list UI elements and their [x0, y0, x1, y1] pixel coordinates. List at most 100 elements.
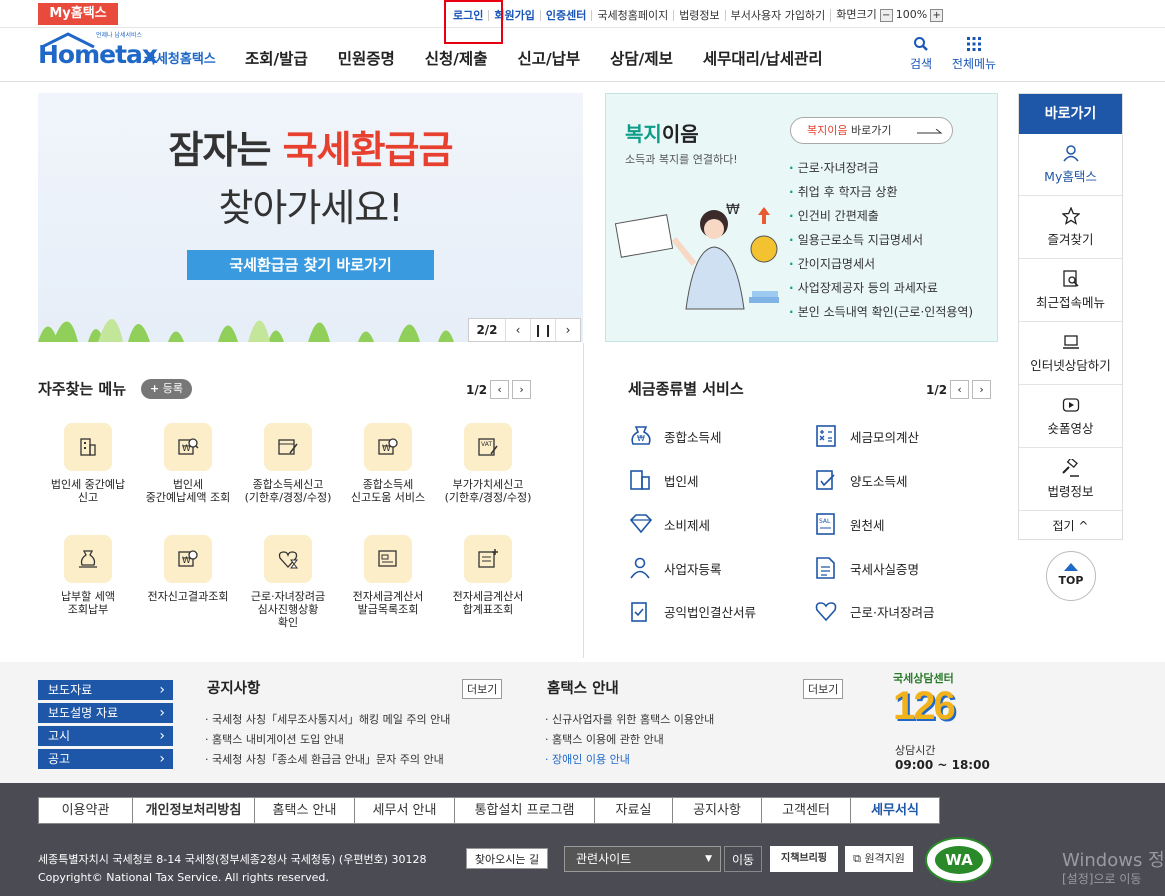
nav-consult-report[interactable]: 상담/제보 — [610, 47, 673, 69]
footer-library[interactable]: 자료실 — [594, 797, 673, 824]
tax-item-cert[interactable]: 국세사실증명 — [814, 557, 919, 579]
diamond-icon — [629, 514, 653, 534]
tax-item-income[interactable]: ₩ 종합소득세 — [628, 425, 722, 447]
fav-corp-interim-return[interactable]: 법인세 중간예납 신고 — [38, 423, 138, 504]
favorites-prev-button[interactable]: ‹ — [490, 380, 510, 399]
notice-item[interactable]: 국세청 사칭「세무조사통지서」해킹 메일 주의 안내 — [205, 710, 450, 730]
notice-item[interactable]: 국세청 사칭「종소세 환급금 안내」문자 주의 안내 — [205, 750, 450, 770]
welfare-item[interactable]: 사업장제공자 등의 과세자료 — [789, 276, 973, 300]
related-sites-select[interactable]: 관련사이트 — [564, 846, 721, 872]
tax-item-simulation[interactable]: 세금모의계산 — [814, 425, 919, 447]
footer-hometax-guide[interactable]: 홈택스 안내 — [254, 797, 355, 824]
fav-tax-payment[interactable]: 납부할 세액 조회납부 — [38, 535, 138, 616]
fav-e-filing-result[interactable]: ₩ 전자신고결과조회 — [138, 535, 238, 603]
invoice-icon — [364, 535, 412, 583]
welfare-item[interactable]: 일용근로소득 지급명세서 — [789, 228, 973, 252]
press-explanation-button[interactable]: 보도설명 자료 — [38, 703, 173, 723]
footer-install-program[interactable]: 통합설치 프로그램 — [454, 797, 595, 824]
guide-item[interactable]: 홈택스 이용에 관한 안내 — [545, 730, 714, 750]
fav-label: 전자세금계산서 합계표조회 — [452, 590, 524, 616]
welfare-item[interactable]: 취업 후 학자금 상환 — [789, 180, 973, 204]
footer-taxoffice-guide[interactable]: 세무서 안내 — [354, 797, 455, 824]
footer-tax-forms[interactable]: 세무서식 — [850, 797, 940, 824]
announcement-button[interactable]: 고시 — [38, 726, 173, 746]
tax-item-business-reg[interactable]: 사업자등록 — [628, 557, 722, 579]
notice-more-button[interactable]: 더보기 — [462, 679, 503, 699]
footer-terms[interactable]: 이용약관 — [38, 797, 133, 824]
tax-next-button[interactable]: › — [972, 380, 992, 399]
tax-item-consumption[interactable]: 소비제세 — [628, 513, 710, 535]
zoom-in-button[interactable]: + — [930, 8, 944, 22]
calendar-pen-icon — [264, 423, 312, 471]
hometax-logo[interactable]: 언제나 납세서비스 Hometax 국세청홈택스 — [38, 32, 220, 76]
guide-item[interactable]: 장애인 이용 안내 — [545, 750, 714, 770]
sidebar-item-recent[interactable]: 최근접속메뉴 — [1019, 260, 1122, 322]
cert-center-link[interactable]: 인증센터 — [539, 9, 591, 21]
fav-label: 법인세 중간예납 신고 — [50, 478, 126, 504]
footer-notice[interactable]: 공지사항 — [672, 797, 762, 824]
scroll-top-button[interactable]: TOP — [1046, 551, 1096, 601]
refund-search-button[interactable]: 국세환급금 찾기 바로가기 — [187, 250, 434, 280]
remote-support-button[interactable]: ⧉ 원격지원 — [845, 846, 913, 872]
search-label: 검색 — [909, 57, 933, 71]
svg-text:₩: ₩ — [637, 434, 645, 443]
guide-item[interactable]: 신규사업자를 위한 홈택스 이용안내 — [545, 710, 714, 730]
banner-next-button[interactable]: › — [555, 319, 580, 341]
guide-more-button[interactable]: 더보기 — [803, 679, 844, 699]
sidebar-item-law[interactable]: 법령정보 — [1019, 449, 1122, 511]
user-icon — [1062, 145, 1079, 162]
my-hometax-badge[interactable]: My홈택스 — [38, 3, 118, 25]
favorites-add-button[interactable]: + 등록 — [141, 379, 192, 399]
tax-item-public-corp[interactable]: 공익법인결산서류 — [628, 600, 756, 622]
footer-customer-center[interactable]: 고객센터 — [761, 797, 851, 824]
banner-pause-button[interactable]: ❙❙ — [530, 319, 555, 341]
fav-incentive-status[interactable]: 근로·자녀장려금 심사진행상황 확인 — [238, 535, 338, 629]
all-menu-button[interactable]: 전체메뉴 — [946, 36, 1002, 72]
law-info-link[interactable]: 법령정보 — [673, 9, 724, 21]
nav-report-pay[interactable]: 신고/납부 — [517, 47, 580, 69]
sidebar-item-my-hometax[interactable]: My홈택스 — [1019, 134, 1122, 196]
tax-item-label: 원천세 — [850, 517, 885, 533]
dept-user-signup-link[interactable]: 부서사용자 가입하기 — [724, 9, 831, 21]
welfare-item[interactable]: 인건비 간편제출 — [789, 204, 973, 228]
sidebar-collapse-button[interactable]: 접기 ^ — [1019, 512, 1122, 540]
press-release-button[interactable]: 보도자료 — [38, 680, 173, 700]
nav-tax-agent[interactable]: 세무대리/납세관리 — [703, 47, 823, 69]
tax-item-withholding[interactable]: SAL 원천세 — [814, 513, 885, 535]
welfare-item[interactable]: 근로·자녀장려금 — [789, 156, 973, 180]
fav-income-tax-return[interactable]: 종합소득세신고 (기한후/경정/수정) — [238, 423, 338, 504]
notice-item[interactable]: 홈택스 내비게이션 도입 안내 — [205, 730, 450, 750]
tax-item-label: 종합소득세 — [664, 429, 722, 445]
fav-income-tax-help[interactable]: ₩ 종합소득세 신고도움 서비스 — [338, 423, 438, 504]
refund-banner[interactable]: 잠자는 국세환급금 찾아가세요! 국세환급금 찾기 바로가기 2/2 ‹ ❙❙ … — [38, 93, 583, 342]
favorites-next-button[interactable]: › — [512, 380, 532, 399]
related-go-button[interactable]: 이동 — [724, 846, 762, 872]
nav-inquiry-issue[interactable]: 조회/발급 — [245, 47, 308, 69]
tax-item-capital-gains[interactable]: 양도소득세 — [814, 469, 908, 491]
footer-privacy[interactable]: 개인정보처리방침 — [132, 797, 255, 824]
tax-item-corporate[interactable]: 법인세 — [628, 469, 699, 491]
nav-civil-cert[interactable]: 민원증명 — [338, 47, 395, 69]
welfare-item[interactable]: 본인 소득내역 확인(근로·인적용역) — [789, 300, 973, 324]
fav-vat-return[interactable]: VAT 부가가치세신고 (기한후/경정/수정) — [438, 423, 538, 504]
tax-prev-button[interactable]: ‹ — [950, 380, 970, 399]
fav-corp-interim-tax-inquiry[interactable]: ₩ 법인세 중간예납세액 조회 — [138, 423, 238, 504]
welfare-item[interactable]: 간이지급명세서 — [789, 252, 973, 276]
nts-homepage-link[interactable]: 국세청홈페이지 — [591, 9, 673, 21]
guide-title: 홈택스 안내 — [547, 681, 619, 697]
directions-button[interactable]: 찾아오시는 길 — [466, 848, 548, 869]
banner-prev-button[interactable]: ‹ — [505, 319, 530, 341]
zoom-out-button[interactable]: − — [879, 8, 893, 22]
sidebar-item-favorites[interactable]: 즐겨찾기 — [1019, 197, 1122, 259]
search-button[interactable]: 검색 — [903, 36, 939, 72]
fav-e-invoice-list[interactable]: 전자세금계산서 발급목록조회 — [338, 535, 438, 616]
tax-item-incentive[interactable]: 근로·자녀장려금 — [814, 600, 934, 622]
sidebar-item-shortform[interactable]: 숏폼영상 — [1019, 386, 1122, 448]
fav-e-invoice-summary[interactable]: 전자세금계산서 합계표조회 — [438, 535, 538, 616]
welfare-link-button[interactable]: 복지이음 바로가기 — [790, 117, 953, 144]
sidebar-item-online-consult[interactable]: 인터넷상담하기 — [1019, 323, 1122, 385]
fav-label: 부가가치세신고 (기한후/경정/수정) — [444, 478, 532, 504]
public-notice-button[interactable]: 공고 — [38, 749, 173, 769]
nav-apply-submit[interactable]: 신청/제출 — [425, 47, 488, 69]
policy-briefing-link[interactable]: 지책브리핑 — [770, 846, 838, 872]
